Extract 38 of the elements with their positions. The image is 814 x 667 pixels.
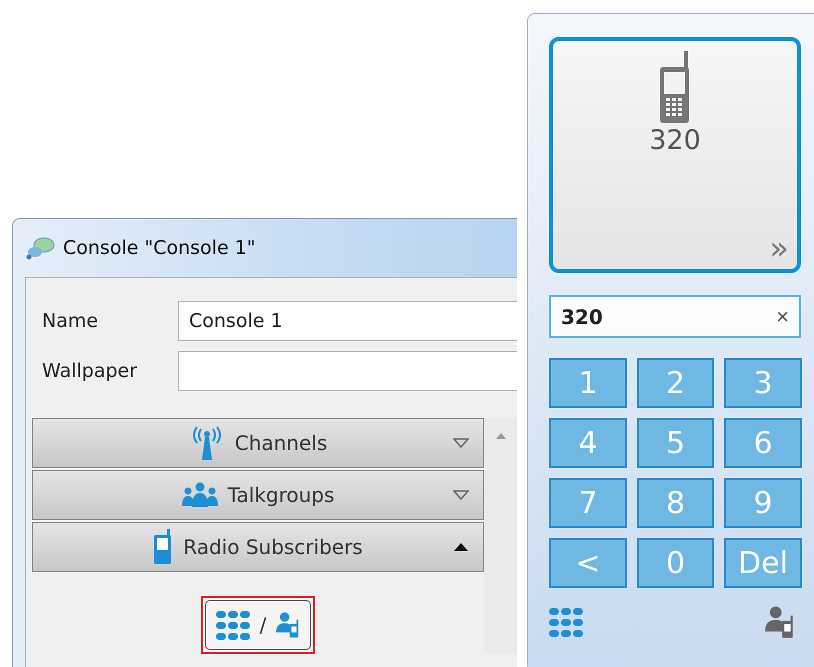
number-input[interactable]: 320 × — [549, 295, 801, 338]
person-with-phone-icon — [765, 606, 795, 639]
dial-key[interactable]: Del — [724, 538, 802, 588]
clear-button[interactable]: × — [776, 304, 789, 330]
text-field[interactable] — [178, 351, 517, 391]
dial-key[interactable]: < — [549, 538, 627, 588]
keypad-icon — [549, 608, 583, 637]
dial-key[interactable]: 2 — [637, 358, 714, 408]
keypad-contacts-toggle[interactable]: / — [204, 600, 312, 650]
contact-number: 320 — [649, 125, 701, 156]
dial-key[interactable]: 9 — [724, 478, 802, 528]
mobile-phone-icon — [659, 51, 691, 123]
dial-key[interactable]: 0 — [637, 538, 714, 588]
dial-key[interactable]: 8 — [637, 478, 714, 528]
more-glyph[interactable]: » — [769, 229, 789, 267]
field-label: Wallpaper — [42, 360, 138, 382]
scrollbar[interactable] — [484, 418, 517, 654]
text-field[interactable]: Console 1 — [178, 301, 517, 341]
scroll-up-icon[interactable] — [494, 432, 506, 440]
contact-card[interactable]: 320 » — [549, 37, 801, 273]
handset-icon — [153, 529, 174, 565]
field-label: Name — [42, 310, 100, 332]
section-header[interactable]: Channels — [32, 418, 484, 468]
dial-key[interactable]: 5 — [637, 418, 714, 468]
keypad-icon — [216, 610, 250, 640]
dial-key[interactable]: 7 — [549, 478, 627, 528]
dial-key[interactable]: 6 — [724, 418, 802, 468]
person-with-phone-icon — [276, 612, 300, 638]
group-icon — [182, 482, 218, 508]
contacts-mode-button[interactable] — [765, 606, 795, 639]
section-header[interactable]: Talkgroups — [32, 470, 484, 520]
window-title: Console "Console 1" — [63, 237, 256, 259]
dial-key[interactable]: 1 — [549, 358, 627, 408]
section-header[interactable]: Radio Subscribers — [32, 522, 484, 572]
dial-key[interactable]: 4 — [549, 418, 627, 468]
keypad-mode-button[interactable] — [549, 608, 583, 637]
chat-bubbles-icon — [25, 236, 55, 260]
dial-key[interactable]: 3 — [724, 358, 802, 408]
